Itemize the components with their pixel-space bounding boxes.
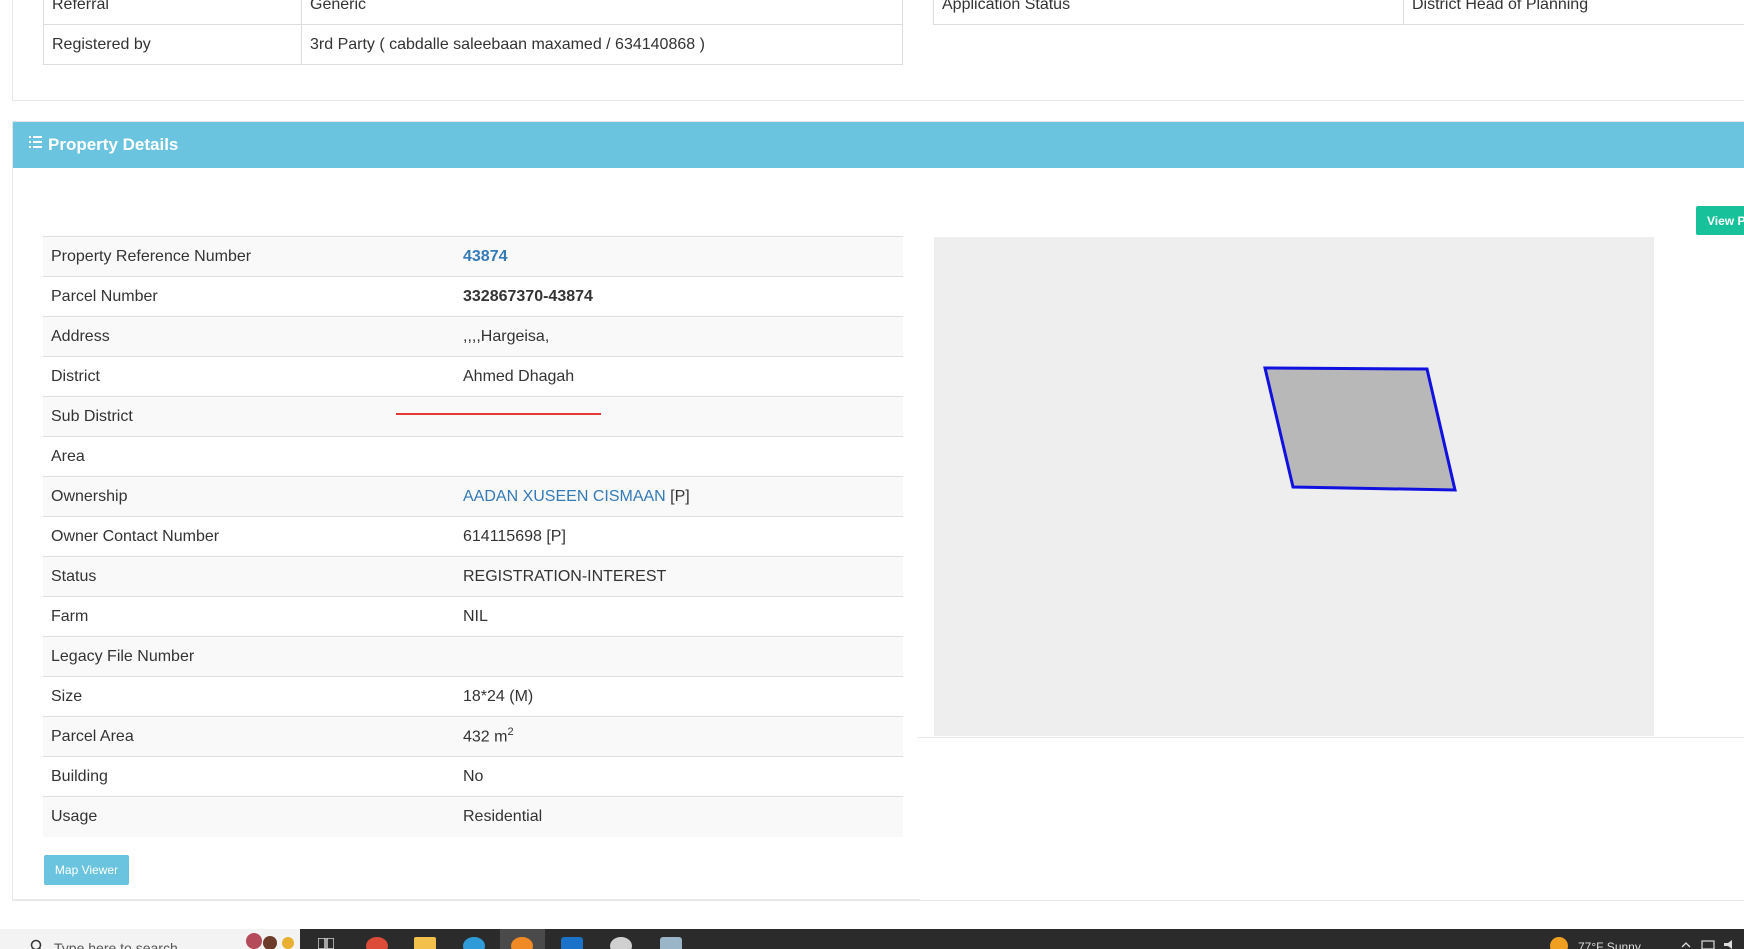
parcel-map[interactable] bbox=[934, 237, 1654, 736]
row-value: 432 m2 bbox=[455, 716, 903, 757]
row-key: Owner Contact Number bbox=[43, 516, 455, 557]
search-placeholder: Type here to search bbox=[54, 940, 178, 949]
redaction-line bbox=[396, 413, 601, 416]
row-key: Property Reference Number bbox=[43, 236, 455, 277]
chrome-icon[interactable] bbox=[366, 937, 388, 949]
row-value: NIL bbox=[455, 596, 903, 637]
table-row: Application Status District Head of Plan… bbox=[933, 0, 1744, 25]
panel-heading: Property Details bbox=[13, 122, 1744, 168]
table-row: Ownership AADAN XUSEEN CISMAAN [P] bbox=[43, 476, 903, 517]
row-value: Residential bbox=[455, 796, 903, 837]
parcel-polygon bbox=[1263, 366, 1457, 492]
area-unit-exponent: 2 bbox=[507, 726, 514, 739]
owner-link[interactable]: AADAN XUSEEN CISMAAN bbox=[463, 488, 666, 505]
search-icon bbox=[30, 939, 42, 949]
divider bbox=[12, 899, 920, 900]
mail-icon[interactable] bbox=[561, 937, 583, 949]
table-row: Sub District bbox=[43, 396, 903, 437]
table-row: District Ahmed Dhagah bbox=[43, 356, 903, 397]
table-row: Referral Generic bbox=[43, 0, 903, 25]
table-row: Size 18*24 (M) bbox=[43, 676, 903, 717]
row-value: 18*24 (M) bbox=[455, 676, 903, 717]
table-row: Parcel Number 332867370-43874 bbox=[43, 276, 903, 317]
map-viewer-button[interactable]: Map Viewer bbox=[44, 855, 129, 885]
table-row: Area bbox=[43, 436, 903, 477]
table-row: Address ,,,,Hargeisa, bbox=[43, 316, 903, 357]
application-table: Referral Generic Registered by 3rd Party… bbox=[43, 0, 903, 65]
weather-icon[interactable] bbox=[1550, 937, 1568, 949]
row-value: 3rd Party ( cabdalle saleebaan maxamed /… bbox=[301, 24, 903, 65]
search-highlight-icon bbox=[246, 933, 294, 949]
edge-icon[interactable] bbox=[463, 937, 485, 949]
row-key: Area bbox=[43, 436, 455, 477]
row-key: Parcel Number bbox=[43, 276, 455, 317]
property-details-table: Property Reference Number 43874 Parcel N… bbox=[43, 236, 903, 837]
row-key: Building bbox=[43, 756, 455, 797]
table-row: Property Reference Number 43874 bbox=[43, 236, 903, 277]
row-key: Status bbox=[43, 556, 455, 597]
row-key: Application Status bbox=[933, 0, 1404, 25]
row-value: No bbox=[455, 756, 903, 797]
row-value: REGISTRATION-INTEREST bbox=[455, 556, 903, 597]
row-value: 332867370-43874 bbox=[455, 276, 903, 317]
row-key: Farm bbox=[43, 596, 455, 637]
table-row: Owner Contact Number 614115698 [P] bbox=[43, 516, 903, 557]
row-key: Sub District bbox=[43, 396, 455, 437]
application-status-table: Application Status District Head of Plan… bbox=[933, 0, 1744, 25]
owner-suffix: [P] bbox=[665, 487, 690, 505]
row-key: Address bbox=[43, 316, 455, 357]
weather-text: 77°F Sunny bbox=[1578, 940, 1641, 949]
row-value bbox=[455, 436, 903, 477]
view-plan-button[interactable]: View P bbox=[1696, 206, 1744, 235]
row-value: Ahmed Dhagah bbox=[455, 356, 903, 397]
table-row: Parcel Area 432 m2 bbox=[43, 716, 903, 757]
row-key: Referral bbox=[43, 0, 302, 25]
taskbar: Type here to search 77°F Sunny bbox=[0, 929, 1744, 949]
table-row: Building No bbox=[43, 756, 903, 797]
row-value: Generic bbox=[301, 0, 903, 25]
table-row: Status REGISTRATION-INTEREST bbox=[43, 556, 903, 597]
property-reference-link[interactable]: 43874 bbox=[455, 236, 903, 277]
firefox-icon[interactable] bbox=[511, 937, 533, 949]
row-value bbox=[396, 396, 903, 437]
system-tray-icons[interactable] bbox=[1680, 939, 1740, 949]
table-row: Registered by 3rd Party ( cabdalle salee… bbox=[43, 24, 903, 65]
row-value: District Head of Planning bbox=[1403, 0, 1744, 25]
taskbar-search[interactable]: Type here to search bbox=[0, 929, 300, 949]
list-icon bbox=[29, 136, 42, 148]
table-row: Farm NIL bbox=[43, 596, 903, 637]
task-view-icon[interactable] bbox=[318, 938, 334, 949]
row-key: Registered by bbox=[43, 24, 302, 65]
row-value: AADAN XUSEEN CISMAAN [P] bbox=[455, 476, 903, 517]
divider bbox=[918, 737, 1744, 738]
notepad-icon[interactable] bbox=[660, 937, 682, 949]
table-row: Usage Residential bbox=[43, 796, 903, 837]
panel-title: Property Details bbox=[48, 135, 179, 154]
row-key: Legacy File Number bbox=[43, 636, 455, 677]
row-key: Size bbox=[43, 676, 455, 717]
row-value bbox=[455, 636, 903, 677]
row-key: District bbox=[43, 356, 455, 397]
file-explorer-icon[interactable] bbox=[414, 937, 436, 949]
paint-icon[interactable] bbox=[610, 937, 632, 949]
row-key: Usage bbox=[43, 796, 455, 837]
parcel-map-canvas bbox=[1263, 366, 1457, 492]
row-key: Ownership bbox=[43, 476, 455, 517]
row-value: ,,,,Hargeisa, bbox=[455, 316, 903, 357]
row-key: Parcel Area bbox=[43, 716, 455, 757]
table-row: Legacy File Number bbox=[43, 636, 903, 677]
row-value: 614115698 [P] bbox=[455, 516, 903, 557]
